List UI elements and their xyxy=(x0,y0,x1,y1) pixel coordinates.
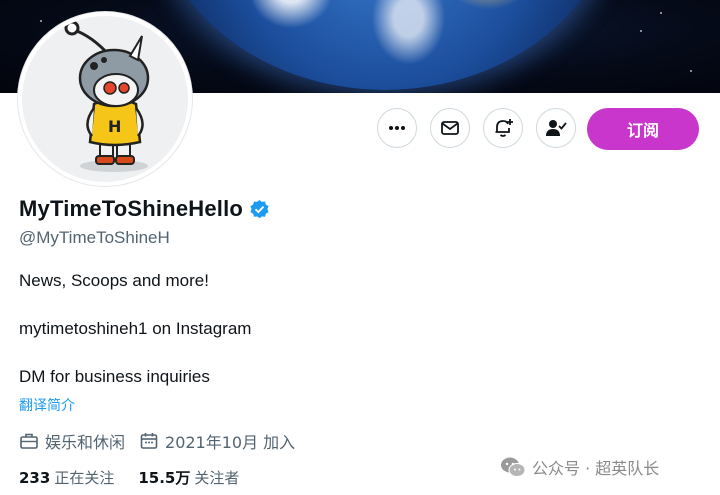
translate-bio-link[interactable]: 翻译简介 xyxy=(19,395,75,415)
verified-badge-icon[interactable] xyxy=(249,199,270,220)
joined-text: 2021年10月 加入 xyxy=(165,433,296,452)
person-check-icon xyxy=(546,120,567,136)
following-label: 正在关注 xyxy=(54,469,115,487)
category-text: 娱乐和休闲 xyxy=(45,433,126,452)
following-link[interactable]: 233 正在关注 xyxy=(19,467,114,488)
followers-link[interactable]: 15.5万 关注者 xyxy=(138,467,239,488)
star xyxy=(640,30,642,32)
bio-line-1: News, Scoops and more! xyxy=(19,271,209,290)
wechat-icon xyxy=(501,457,526,477)
follow-stats: 233 正在关注 15.5万 关注者 xyxy=(19,467,263,488)
user-handle: @MyTimeToShineH xyxy=(19,228,170,247)
mascot-illustration: H xyxy=(64,20,150,172)
calendar-icon xyxy=(140,433,158,449)
star xyxy=(40,20,42,22)
display-name: MyTimeToShineHello xyxy=(19,196,270,222)
notifications-button[interactable] xyxy=(483,108,523,148)
message-button[interactable] xyxy=(430,108,470,148)
more-dots-icon xyxy=(389,126,405,130)
watermark: 公众号 · 超英队长 xyxy=(500,455,659,479)
category-item: 娱乐和休闲 xyxy=(19,429,125,453)
earth-image xyxy=(150,0,620,90)
bio-line-3: DM for business inquiries xyxy=(19,367,210,386)
following-button[interactable] xyxy=(536,108,576,148)
watermark-text: 公众号 · 超英队长 xyxy=(532,459,660,478)
more-button[interactable] xyxy=(377,108,417,148)
subscribe-button[interactable]: 订阅 xyxy=(587,108,699,150)
joined-item: 2021年10月 加入 xyxy=(139,429,295,453)
avatar-image: H xyxy=(22,16,188,182)
star xyxy=(660,12,662,14)
avatar[interactable]: H xyxy=(18,12,192,186)
following-count: 233 xyxy=(19,469,51,487)
briefcase-icon xyxy=(20,433,38,449)
bell-plus-icon xyxy=(495,119,513,137)
star xyxy=(690,70,692,72)
bio-line-2: mytimetoshineh1 on Instagram xyxy=(19,319,252,338)
envelope-icon xyxy=(441,121,459,135)
followers-count: 15.5万 xyxy=(138,469,191,487)
display-name-text: MyTimeToShineHello xyxy=(19,196,244,221)
svg-text:H: H xyxy=(108,117,121,136)
profile-meta: 娱乐和休闲 2021年10月 加入 xyxy=(19,429,309,453)
followers-label: 关注者 xyxy=(194,469,240,487)
